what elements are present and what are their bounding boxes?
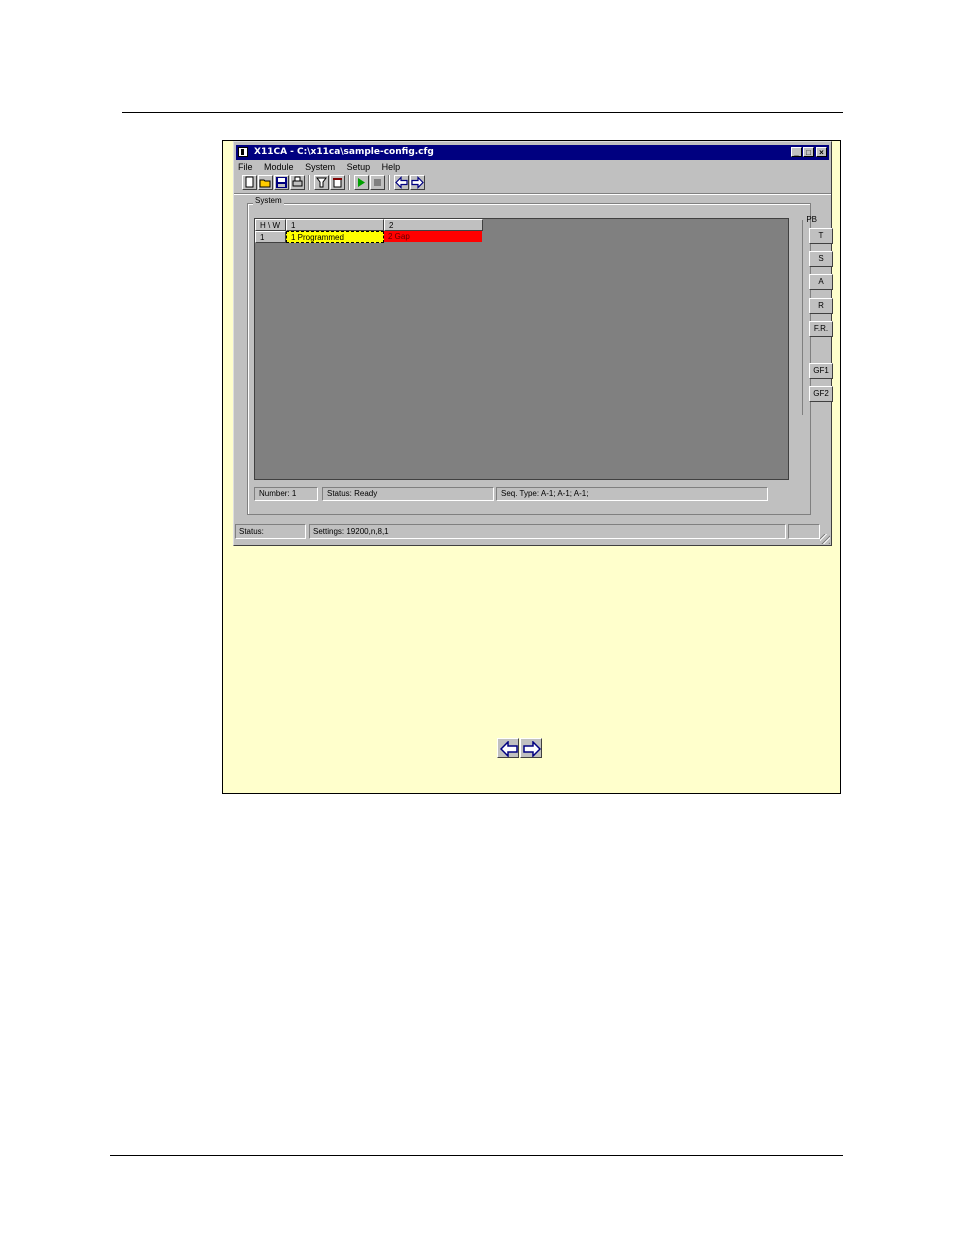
pb-button-fr[interactable]: F.R. (809, 321, 833, 337)
pb-button-t[interactable]: T (809, 228, 833, 244)
menu-system[interactable]: System (305, 162, 335, 172)
maximize-button[interactable]: □ (803, 147, 814, 157)
back-arrow-button[interactable] (497, 738, 519, 758)
toolbar-divider (234, 193, 831, 195)
menu-file[interactable]: File (238, 162, 253, 172)
title-bar: X11CA - C:\x11ca\sample-config.cfg _ □ × (236, 145, 829, 160)
menu-setup[interactable]: Setup (347, 162, 371, 172)
minimize-button[interactable]: _ (791, 147, 802, 157)
pb-group-label: PB (806, 215, 817, 224)
pb-button-gf1[interactable]: GF1 (809, 363, 833, 379)
forward-arrow-icon[interactable] (410, 175, 425, 190)
stop-icon[interactable] (370, 175, 385, 190)
menu-module[interactable]: Module (264, 162, 294, 172)
header-rule (122, 112, 843, 113)
resize-grip[interactable] (820, 534, 830, 544)
grid-corner-header: H \ W (255, 219, 286, 231)
pb-button-a[interactable]: A (809, 274, 833, 290)
delete-icon[interactable] (330, 175, 345, 190)
save-icon[interactable] (274, 175, 289, 190)
statusbar-status: Status: (235, 524, 306, 539)
footer-rule (110, 1155, 843, 1156)
toolbar-separator (348, 175, 350, 190)
app-window: X11CA - C:\x11ca\sample-config.cfg _ □ ×… (233, 141, 833, 546)
window-title: X11CA - C:\x11ca\sample-config.cfg (254, 147, 434, 157)
pb-button-s[interactable]: S (809, 251, 833, 267)
back-arrow-icon (500, 741, 518, 757)
seq-type-field: Seq. Type: A-1; A-1; A-1; (496, 487, 768, 501)
print-icon[interactable] (290, 175, 305, 190)
new-icon[interactable] (242, 175, 257, 190)
system-group-label: System (253, 196, 284, 205)
menu-bar: File Module System Setup Help (238, 161, 409, 174)
filter-icon[interactable] (314, 175, 329, 190)
module-grid[interactable]: H \ W 1 2 1 1 Programmed 2 Gap (254, 218, 789, 480)
toolbar-separator (388, 175, 390, 190)
statusbar-panel (788, 524, 820, 539)
menu-help[interactable]: Help (382, 162, 401, 172)
grid-column-header-1[interactable]: 1 (286, 219, 384, 231)
back-arrow-icon[interactable] (394, 175, 409, 190)
statusbar-settings: Settings: 19200,n,8,1 (309, 524, 786, 539)
open-icon[interactable] (258, 175, 273, 190)
grid-row-header-1[interactable]: 1 (255, 231, 286, 243)
pb-button-r[interactable]: R (809, 298, 833, 314)
forward-arrow-button[interactable] (520, 738, 542, 758)
grid-cell-programmed[interactable]: 1 Programmed (286, 231, 384, 243)
status-field: Status: Ready (322, 487, 494, 501)
grid-column-header-2[interactable]: 2 (384, 219, 483, 231)
pb-divider (802, 220, 803, 415)
run-icon[interactable] (354, 175, 369, 190)
close-button[interactable]: × (816, 147, 827, 157)
toolbar-separator (308, 175, 310, 190)
pb-button-gf2[interactable]: GF2 (809, 386, 833, 402)
forward-arrow-icon (523, 741, 541, 757)
grid-cell-gap[interactable]: 2 Gap (384, 231, 483, 243)
number-field: Number: 1 (254, 487, 318, 501)
app-icon (238, 147, 248, 157)
